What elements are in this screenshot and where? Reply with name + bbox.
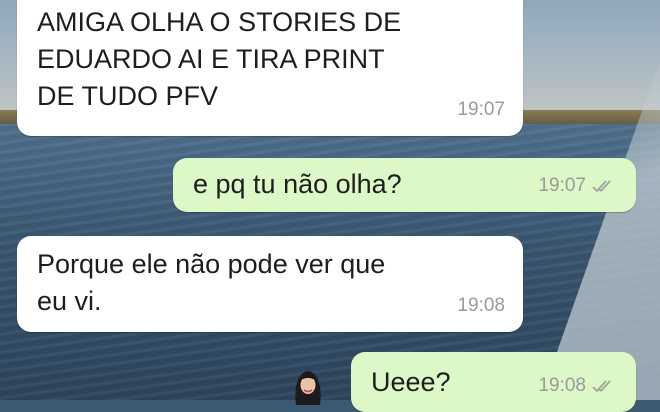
message-timestamp: 19:08 xyxy=(457,295,505,316)
double-check-icon xyxy=(592,379,611,392)
double-check-icon xyxy=(592,179,611,192)
message-meta: 19:08 xyxy=(457,287,505,324)
girl-sticker-icon xyxy=(295,371,321,405)
message-meta: 19:07 xyxy=(457,91,505,128)
message-timestamp: 19:07 xyxy=(457,99,505,120)
message-text: AMIGA OLHA O STORIES DE EDUARDO AI E TIR… xyxy=(37,7,402,111)
message-meta: 19:07 xyxy=(538,167,618,204)
outgoing-message-bubble[interactable]: e pq tu não olha? 19:07 xyxy=(173,158,636,212)
message-meta: 19:08 xyxy=(538,367,618,404)
incoming-message-bubble[interactable]: Porque ele não pode ver que eu vi. 19:08 xyxy=(17,236,523,332)
incoming-message-bubble[interactable]: AMIGA OLHA O STORIES DE EDUARDO AI E TIR… xyxy=(17,0,523,136)
message-text: Porque ele não pode ver que eu vi. xyxy=(37,249,386,316)
outgoing-message-bubble[interactable]: Ueee? 19:08 xyxy=(351,352,636,412)
message-timestamp: 19:07 xyxy=(538,175,586,196)
message-timestamp: 19:08 xyxy=(538,375,586,396)
